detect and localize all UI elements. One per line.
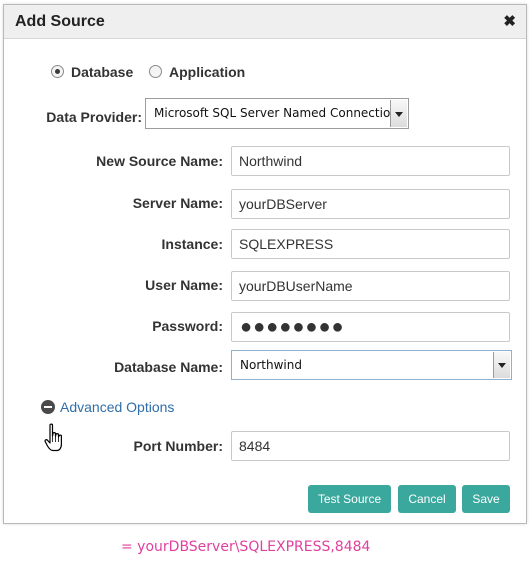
connection-string-note: = yourDBServer\SQLEXPRESS,8484	[121, 539, 371, 555]
server-name-input[interactable]	[231, 189, 510, 219]
user-name-label: User Name:	[145, 277, 223, 293]
close-icon[interactable]: ✖	[503, 12, 516, 30]
minus-circle-icon[interactable]	[41, 400, 55, 414]
password-label: Password:	[152, 318, 223, 334]
server-name-label: Server Name:	[132, 195, 223, 211]
add-source-dialog: Add Source ✖ Database Application Data P…	[3, 4, 527, 524]
database-name-select[interactable]: Northwind	[231, 350, 512, 380]
data-provider-value: Microsoft SQL Server Named Connection	[154, 106, 398, 120]
advanced-options-label[interactable]: Advanced Options	[60, 399, 174, 415]
database-name-value: Northwind	[240, 358, 302, 372]
instance-label: Instance:	[161, 236, 223, 252]
radio-unselected-icon[interactable]	[149, 65, 162, 78]
data-provider-label: Data Provider:	[46, 109, 142, 125]
radio-database-label: Database	[71, 64, 134, 80]
user-name-input[interactable]	[231, 271, 510, 301]
new-source-name-input[interactable]	[231, 146, 510, 176]
new-source-name-label: New Source Name:	[96, 153, 223, 169]
advanced-options-toggle[interactable]: Advanced Options	[41, 399, 174, 415]
database-name-label: Database Name:	[114, 359, 223, 375]
save-button[interactable]: Save	[462, 485, 510, 513]
data-provider-select[interactable]: Microsoft SQL Server Named Connection	[145, 98, 409, 129]
cancel-button[interactable]: Cancel	[398, 485, 456, 513]
radio-selected-icon[interactable]	[51, 65, 64, 78]
radio-application[interactable]: Application	[149, 64, 245, 80]
chevron-down-icon[interactable]	[493, 352, 510, 378]
radio-database[interactable]: Database	[51, 64, 133, 80]
password-input[interactable]: ●●●●●●●●	[231, 312, 510, 342]
port-number-input[interactable]	[231, 431, 510, 461]
radio-application-label: Application	[169, 64, 246, 80]
test-source-button[interactable]: Test Source	[308, 485, 391, 513]
instance-input[interactable]	[231, 229, 510, 259]
dialog-title: Add Source	[15, 13, 105, 30]
chevron-down-icon[interactable]	[390, 100, 407, 127]
port-number-label: Port Number:	[133, 438, 223, 454]
dialog-titlebar: Add Source ✖	[4, 5, 526, 39]
